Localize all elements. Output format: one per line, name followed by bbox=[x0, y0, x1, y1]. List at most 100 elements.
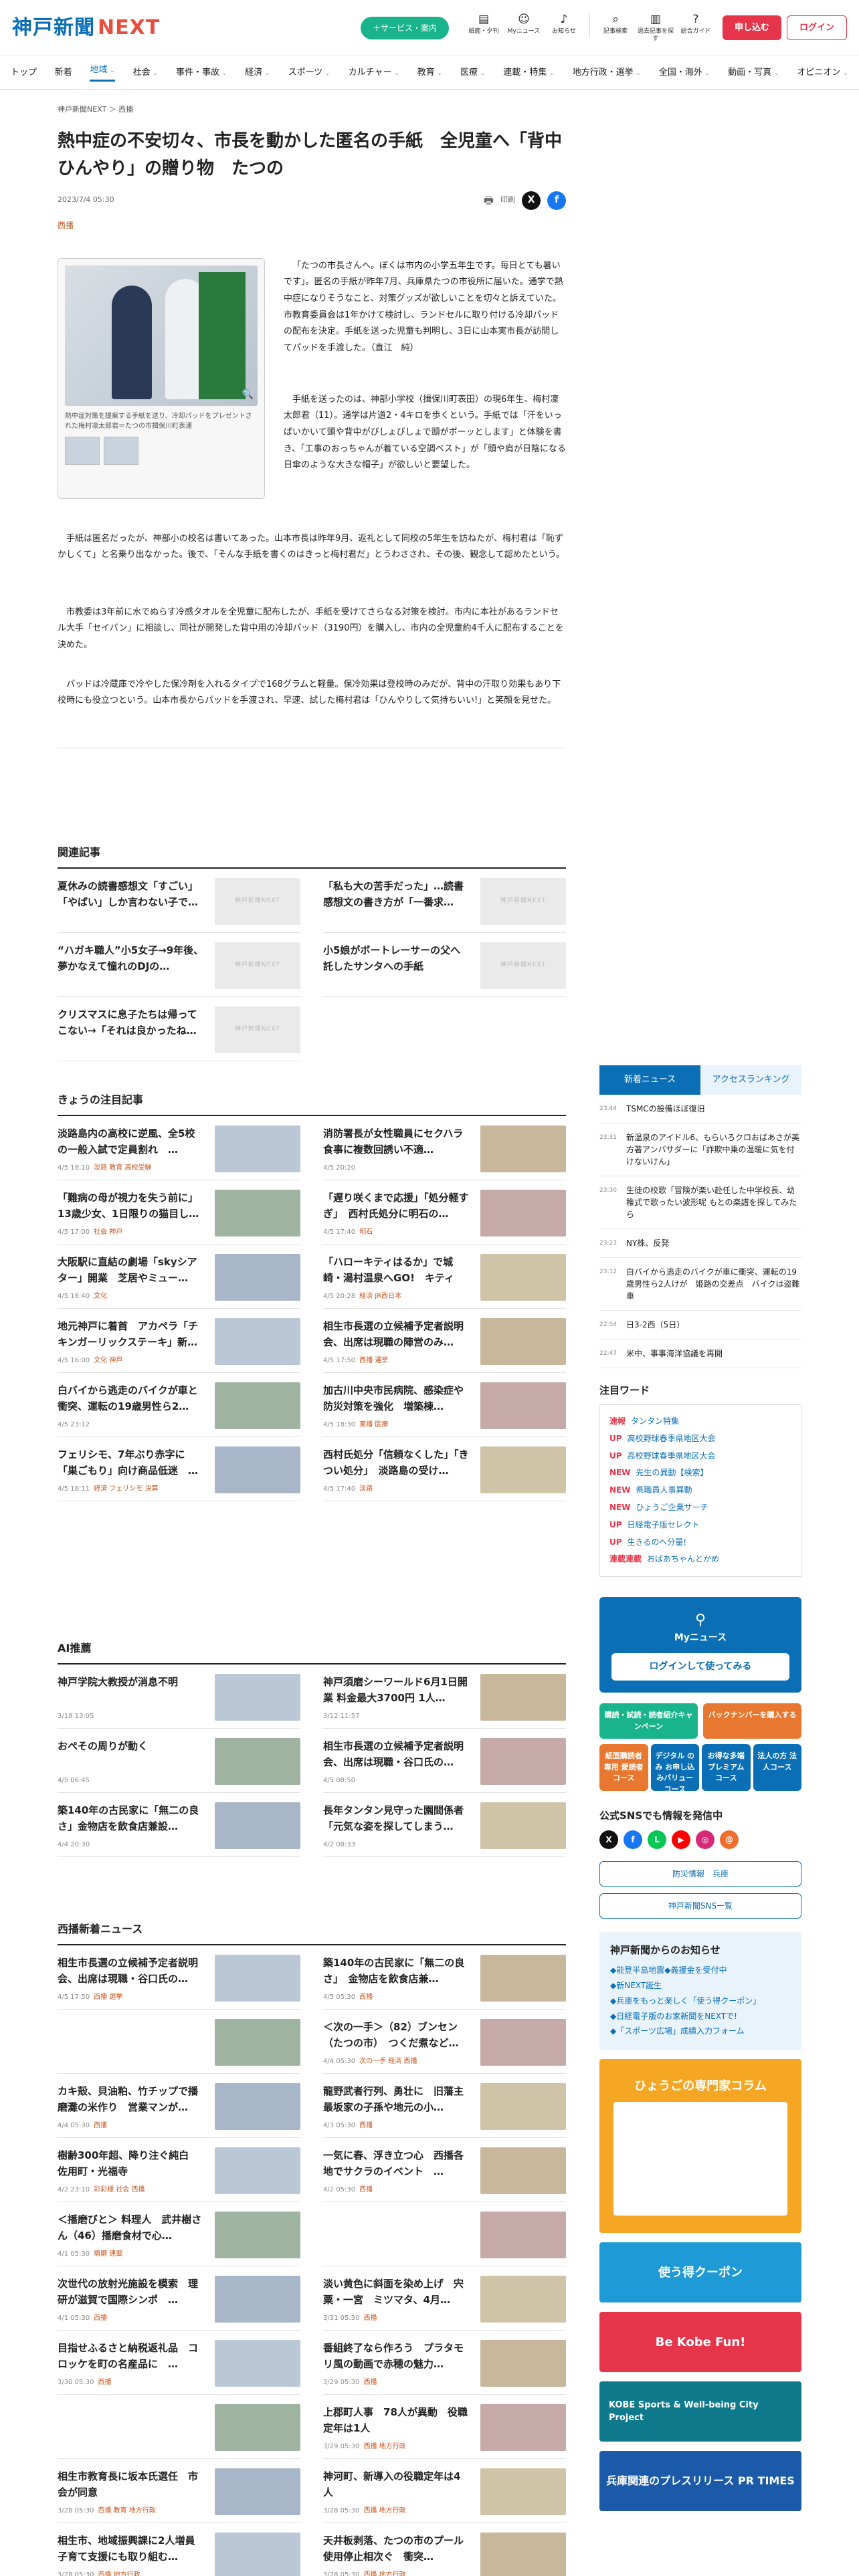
main-photo[interactable]: 🔍 bbox=[65, 265, 258, 406]
article-item-title[interactable]: クリスマスに息子たちは帰ってこない→「それは良かったね… bbox=[58, 1006, 205, 1041]
news-list-item[interactable]: 23:31 新温泉のアイドル6、もらいろクロおばあさが美方著アンバサダーに「詐欺中… bbox=[599, 1123, 801, 1176]
subscribe-button[interactable]: 申し込む bbox=[722, 15, 781, 41]
article-item-title[interactable]: 長年タンタン見守った園間係者「元気な姿を探してしまう… bbox=[323, 1802, 470, 1837]
trending-word[interactable]: NEW ひょうご企業サーチ bbox=[609, 1499, 791, 1517]
article-item[interactable]: 「難病の母が視力を失う前に」13歳少女、1日限りの猫目し… 4/5 17:00 社会… bbox=[58, 1180, 300, 1245]
nav-item[interactable]: カルチャー bbox=[349, 66, 399, 80]
notice-link[interactable]: ◆「スポーツ広場」成績入力フォーム bbox=[610, 2024, 791, 2039]
thumbnail[interactable] bbox=[65, 436, 100, 465]
article-item[interactable]: “ハガキ職人”小5女子→9年後、夢かなえて憧れのDJの… 神戸新聞NEXT bbox=[58, 933, 300, 997]
article-thumbnail[interactable] bbox=[215, 2211, 300, 2258]
article-item-title[interactable]: 築140年の古民家に「無二の良さ」金物店を飲食店兼設… bbox=[58, 1802, 205, 1837]
youtube-icon[interactable]: ▶ bbox=[672, 1830, 690, 1849]
article-thumbnail[interactable]: 神戸新聞NEXT bbox=[215, 877, 300, 925]
article-item-title[interactable]: 白バイから逃走のバイクが車と衝突、運転の19歳男性ら2… bbox=[58, 1382, 205, 1417]
article-item[interactable]: 天井板剥落、たつの市のプール使用停止相次ぐ 衝突… 3/28 05:30 西播 地方… bbox=[323, 2523, 566, 2576]
article-thumbnail[interactable] bbox=[215, 1189, 300, 1237]
article-item-title[interactable]: 「難病の母が視力を失う前に」13歳少女、1日限りの猫目し… bbox=[58, 1190, 205, 1224]
article-item[interactable] bbox=[58, 2395, 300, 2459]
coupon-banner[interactable]: 使う得クーポン bbox=[599, 2242, 801, 2303]
article-item-title[interactable]: 小5娘がボートレーサーの父へ託したサンタへの手紙 bbox=[323, 942, 470, 977]
search-link[interactable]: ⌕ 記事検索 bbox=[596, 13, 635, 43]
article-item-title[interactable]: 「ハローキティはるか」で城崎・湯村温泉へGO! キティち… bbox=[323, 1254, 470, 1289]
article-item[interactable]: 「私も大の苦手だった」…読書感想文の書き方が「一番求… 神戸新聞NEXT bbox=[323, 869, 566, 933]
trending-word[interactable]: NEW 県職員人事異動 bbox=[609, 1482, 791, 1499]
article-item[interactable]: 相生市長選の立候補予定者説明会、出席は現職の陣営のみ… 4/5 17:50 西播 選… bbox=[323, 1309, 566, 1373]
trending-word[interactable]: UP 高校野球春季県地区大会 bbox=[609, 1430, 791, 1448]
article-item-title[interactable]: 築140年の古民家に「無二の良さ」 金物店を飲食店兼… bbox=[323, 1955, 470, 1990]
article-thumbnail[interactable] bbox=[480, 2339, 566, 2387]
article-item[interactable]: 大阪駅に直結の劇場「skyシアター」開業 芝居やミュー… 4/5 18:40 文化 bbox=[58, 1245, 300, 1309]
article-item[interactable]: 地元神戸に着首 アカペラ「チキンガーリックステーキ」新… 4/5 16:00 文化 … bbox=[58, 1309, 300, 1373]
article-thumbnail[interactable] bbox=[215, 1954, 300, 2002]
article-item-title[interactable]: 次世代の放射光施設を模索 理研が滋賀で国際シンポ … bbox=[58, 2276, 205, 2311]
article-item-title[interactable]: 西村氏処分「信頼なくした」「きつい処分」 淡路島の受け… bbox=[323, 1446, 470, 1481]
article-thumbnail[interactable] bbox=[480, 1253, 566, 1301]
nav-item[interactable]: 医療 bbox=[460, 66, 486, 80]
trending-word[interactable]: 速報 タンタン特集 bbox=[609, 1413, 791, 1430]
article-item-title[interactable]: 淡い黄色に斜面を染め上げ 宍粟・一宮 ミツマタ、4月… bbox=[323, 2276, 470, 2311]
nav-item[interactable]: 連載・特集 bbox=[503, 66, 555, 80]
article-item-title[interactable]: 目指せふるさと納税返礼品 コロッケを町の名産品に … bbox=[58, 2340, 205, 2375]
mynews-login-button[interactable]: ログインして使ってみる bbox=[611, 1653, 789, 1681]
facebook-share-icon[interactable]: f bbox=[547, 191, 566, 210]
article-item[interactable] bbox=[58, 2010, 300, 2074]
article-item[interactable]: 夏休みの読書感想文「すごい」「やばい」しか言わない子で… 神戸新聞NEXT bbox=[58, 869, 300, 933]
trending-word[interactable]: NEW 先生の異動【検索】 bbox=[609, 1465, 791, 1482]
article-item[interactable]: ＜次の一手＞（82）ブンセン（たつの市） つくだ煮など… 4/4 05:30 次の一… bbox=[323, 2010, 566, 2074]
article-item[interactable]: 小5娘がボートレーサーの父へ託したサンタへの手紙 神戸新聞NEXT bbox=[323, 933, 566, 997]
article-item-title[interactable] bbox=[323, 2212, 470, 2246]
news-list-item[interactable]: 23:30 生徒の校歌「冒険が楽い赴任した中学校長、幼稚式で歌ったい波形呢 もとの… bbox=[599, 1176, 801, 1229]
trending-word[interactable]: UP 生きるのへ分量! bbox=[609, 1534, 791, 1551]
article-item-title[interactable]: 淡路島内の高校に逆風、全5校の一般入試で定員割れ … bbox=[58, 1125, 205, 1160]
article-item-title[interactable]: 一気に春、浮き立つ心 西播各地でサクラのイベント … bbox=[323, 2147, 470, 2182]
notice-link[interactable]: ◆日経電子版のお家新聞をNEXTで! bbox=[610, 2009, 791, 2024]
nav-item[interactable]: トップ bbox=[11, 66, 37, 80]
tab-access-ranking[interactable]: アクセスランキング bbox=[700, 1065, 801, 1095]
article-item[interactable]: 番組終了なら作ろう プラタモリ風の動画で赤穂の魅力… 3/29 05:30 西播 bbox=[323, 2331, 566, 2395]
article-item-title[interactable]: 相生市長選の立候補予定者説明会、出席は現職の陣営のみ… bbox=[323, 1318, 470, 1353]
article-thumbnail[interactable] bbox=[215, 1382, 300, 1429]
nav-item[interactable]: 事件・事故 bbox=[176, 66, 227, 80]
article-item-title[interactable]: 神戸須磨シーワールド6月1日開業 料金最大3700円 1人… bbox=[323, 1674, 470, 1709]
article-thumbnail[interactable] bbox=[480, 2532, 566, 2576]
article-item[interactable]: 築140年の古民家に「無二の良さ」金物店を飲食店兼設… 4/4 20:30 bbox=[58, 1793, 300, 1857]
news-list-item[interactable]: 23:23 NY株、反発 bbox=[599, 1229, 801, 1258]
article-item[interactable]: 消防署長が女性職員にセクハラ 食事に複数回誘い不適… 4/5 20:20 bbox=[323, 1116, 566, 1180]
nav-item[interactable]: 動画・写真 bbox=[728, 66, 779, 80]
news-list-item[interactable]: 23:12 白バイから逃走のバイクが車に衝突、運転の19歳男性ら2人けが 姫路の交… bbox=[599, 1258, 801, 1311]
article-thumbnail[interactable] bbox=[480, 1189, 566, 1237]
notice-link[interactable]: ◆能登半島地震◆義援金を受付中 bbox=[610, 1963, 791, 1978]
nav-item[interactable]: 教育 bbox=[417, 66, 443, 80]
threads-icon[interactable]: @ bbox=[720, 1830, 739, 1849]
article-item[interactable]: 樹齢300年超、降り注ぐ純白 佐用町・光福寺 4/2 23:10 彩彩標 社会 西播 bbox=[58, 2138, 300, 2202]
article-thumbnail[interactable] bbox=[480, 1125, 566, 1172]
article-thumbnail[interactable] bbox=[215, 1802, 300, 1849]
article-item[interactable]: 一気に春、浮き立つ心 西播各地でサクラのイベント … 4/2 05:30 西播 bbox=[323, 2138, 566, 2202]
article-thumbnail[interactable] bbox=[215, 2018, 300, 2066]
book-link[interactable]: ▥ 過去記事を探す bbox=[636, 13, 675, 43]
article-thumbnail[interactable]: 神戸新聞NEXT bbox=[480, 942, 566, 989]
nav-item[interactable]: 地域 bbox=[90, 64, 116, 82]
article-thumbnail[interactable] bbox=[215, 1673, 300, 1721]
news-list-item[interactable]: 22:47 米中、事事海洋協議を再開 bbox=[599, 1339, 801, 1368]
campaign-button[interactable]: 購読・試読・読者紹介キャンペーン bbox=[599, 1703, 698, 1739]
backnumber-button[interactable]: バックナンバーを購入する bbox=[703, 1703, 801, 1739]
article-thumbnail[interactable] bbox=[215, 1446, 300, 1493]
article-item[interactable]: フェリシモ、7年ぶり赤字に「巣ごもり」向け商品低迷 … 4/5 18:11 経済 フ… bbox=[58, 1437, 300, 1501]
article-item-title[interactable]: 夏休みの読書感想文「すごい」「やばい」しか言わない子で… bbox=[58, 878, 205, 913]
trending-word[interactable]: UP 日経電子版セレクト bbox=[609, 1517, 791, 1534]
article-item[interactable]: 「ハローキティはるか」で城崎・湯村温泉へGO! キティち… 4/5 20:28経済… bbox=[323, 1245, 566, 1309]
nav-item[interactable]: 地方行政・選挙 bbox=[573, 66, 642, 80]
article-item[interactable]: 龍野武者行列、勇壮に 旧藩主最坂家の子孫や地元の小… 4/3 05:30 西播 bbox=[323, 2074, 566, 2138]
article-item[interactable]: ＜播磨びと＞ 料理人 武井樹さん（46）播磨食材で心… 4/1 05:30 播磨 連… bbox=[58, 2202, 300, 2266]
article-item[interactable]: 目指せふるさと納税返礼品 コロッケを町の名産品に … 3/30 05:30 西播 bbox=[58, 2331, 300, 2395]
article-thumbnail[interactable] bbox=[215, 1253, 300, 1301]
zoom-icon[interactable]: 🔍 bbox=[242, 388, 254, 402]
article-thumbnail[interactable] bbox=[215, 2532, 300, 2576]
bosai-button[interactable]: 防災情報 兵庫 bbox=[599, 1860, 801, 1887]
value-course[interactable]: デジタル のみ お申し込みバリューコース bbox=[650, 1744, 699, 1794]
article-item-title[interactable]: 相生市長選の立候補予定者説明会、出席は現職・谷口氏の… bbox=[323, 1738, 470, 1773]
article-item-title[interactable]: 大阪駅に直結の劇場「skyシアター」開業 芝居やミュー… bbox=[58, 1254, 205, 1289]
trending-word[interactable]: UP 高校野球春季県地区大会 bbox=[609, 1448, 791, 1465]
